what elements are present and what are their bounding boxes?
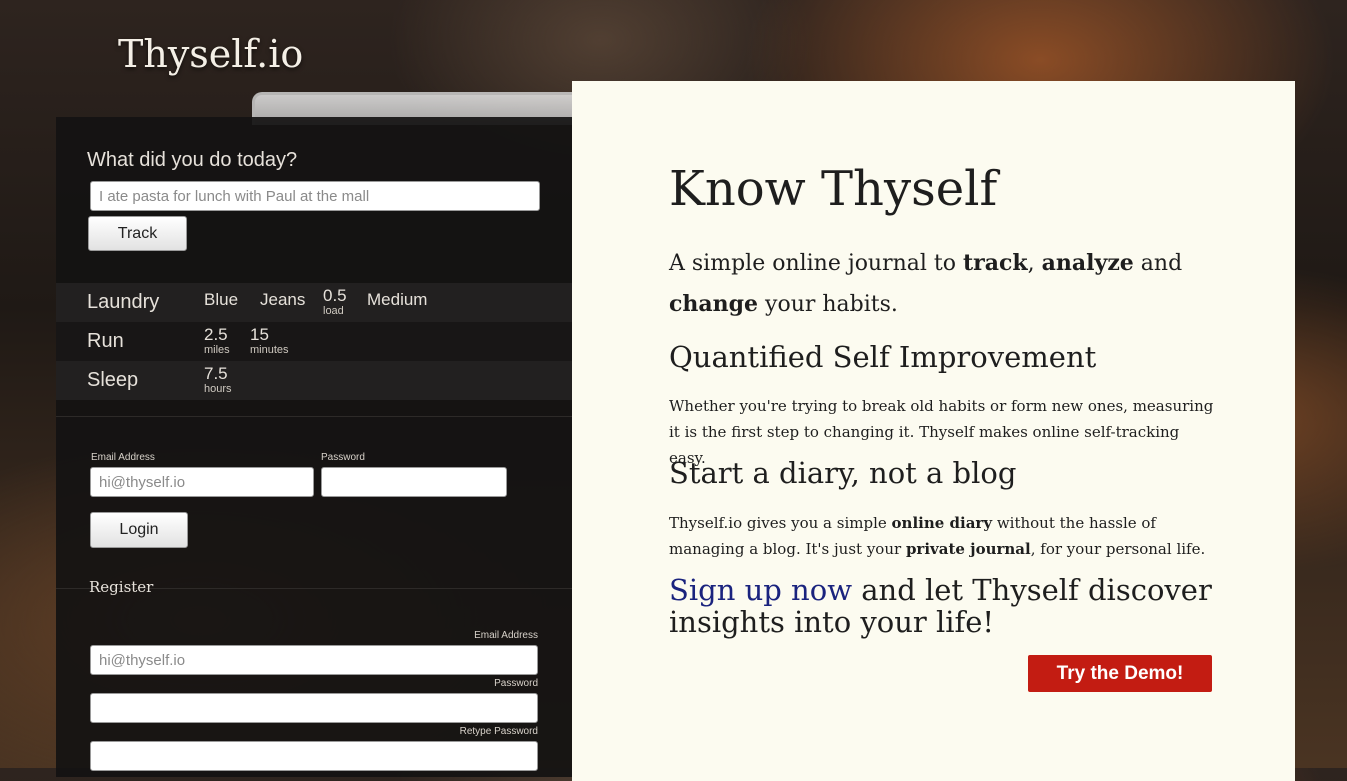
diary-paragraph: Thyself.io gives you a simple online dia… (669, 514, 1206, 558)
entry-value: 0.5 (323, 286, 347, 305)
hero-title: Know Thyself (669, 161, 998, 217)
signup-cta: Sign up now and let Thyself discover ins… (669, 573, 1212, 639)
entry-value: 2.5 (204, 325, 228, 344)
entry-unit: minutes (250, 344, 289, 356)
register-heading: Register (89, 578, 154, 596)
signup-link[interactable]: Sign up now (669, 573, 852, 607)
entry-value: 15 (250, 325, 269, 344)
right-panel: Know Thyself A simple online journal to … (572, 81, 1295, 781)
register-retype-input[interactable] (90, 741, 538, 771)
track-question-label: What did you do today? (87, 149, 298, 171)
diary-heading: Start a diary, not a blog (669, 456, 1017, 490)
entry-row-sleep[interactable]: Sleep 7.5 hours (56, 361, 572, 400)
login-email-label: Email Address (91, 452, 155, 463)
entry-name: Run (87, 330, 124, 352)
entry-value: 7.5 (204, 364, 228, 383)
entry-row-run[interactable]: Run 2.5 miles 15 minutes (56, 322, 572, 361)
register-retype-label: Retype Password (459, 726, 538, 737)
entry-name: Sleep (87, 369, 139, 391)
hero-lead: A simple online journal to track, analyz… (669, 250, 1183, 317)
left-panel: What did you do today? Track Laundry Blu… (56, 117, 572, 777)
login-email-input[interactable] (90, 467, 314, 497)
entry-cell: 15 minutes (250, 326, 289, 357)
quantified-heading: Quantified Self Improvement (669, 340, 1097, 374)
entry-cell: Blue (204, 291, 238, 309)
entry-unit: miles (204, 344, 230, 356)
try-demo-button[interactable]: Try the Demo! (1028, 655, 1212, 692)
entry-value: Medium (367, 290, 428, 309)
entry-value: Blue (204, 290, 239, 309)
site-logo[interactable]: Thyself.io (118, 32, 303, 76)
entry-cell: Jeans (260, 291, 305, 309)
entry-name: Laundry (87, 291, 160, 313)
login-password-input[interactable] (321, 467, 507, 497)
entry-row-laundry[interactable]: Laundry Blue Jeans 0.5 load Medium (56, 283, 572, 322)
entry-value: Jeans (260, 290, 306, 309)
entry-cell: 2.5 miles (204, 326, 230, 357)
activity-input[interactable] (90, 181, 540, 211)
login-password-label: Password (321, 452, 365, 463)
login-button[interactable]: Login (90, 512, 188, 548)
entry-cell: 0.5 load (323, 287, 347, 318)
divider (56, 416, 572, 417)
register-email-input[interactable] (90, 645, 538, 675)
entry-cell: Medium (367, 291, 427, 309)
entry-cell: 7.5 hours (204, 365, 232, 396)
register-password-label: Password (494, 678, 538, 689)
entry-unit: hours (204, 383, 232, 395)
register-password-input[interactable] (90, 693, 538, 723)
track-button[interactable]: Track (88, 216, 187, 251)
entry-unit: load (323, 305, 344, 317)
register-email-label: Email Address (474, 630, 538, 641)
